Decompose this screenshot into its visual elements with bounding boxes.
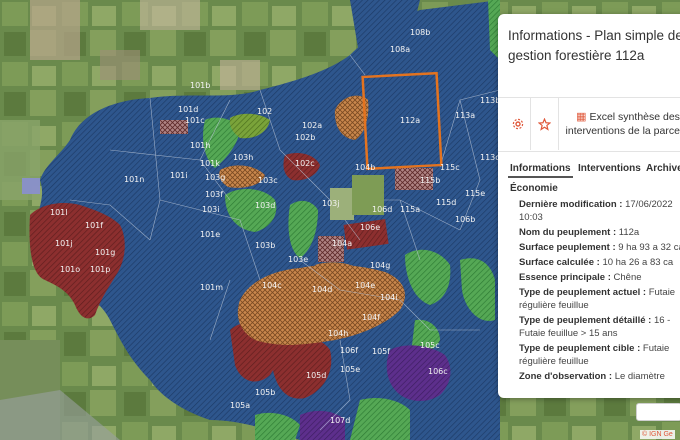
spreadsheet-icon: ▦	[576, 111, 587, 123]
parcel-label[interactable]: 105d	[306, 371, 326, 380]
parcel-label[interactable]: 107d	[330, 416, 350, 425]
field-row: Type de peuplement détaillé : 16 - Futai…	[519, 315, 671, 339]
parcel-label[interactable]: 103h	[233, 153, 253, 162]
parcel-label[interactable]: 101n	[124, 175, 144, 184]
parcel-label[interactable]: 101h	[190, 141, 210, 150]
divider	[498, 151, 680, 152]
parcel-label[interactable]: 101c	[185, 116, 205, 125]
gear-icon[interactable]	[506, 98, 531, 150]
field-row: Essence principale : Chêne	[519, 272, 642, 283]
parcel-label[interactable]: 104c	[262, 281, 282, 290]
tab-informations[interactable]: Informations	[508, 163, 573, 178]
parcel-label[interactable]: 106e	[360, 223, 380, 232]
parcel-label[interactable]: 101m	[200, 283, 223, 292]
info-panel: Informations - Plan simple de gestion fo…	[498, 14, 680, 398]
parcel-label[interactable]: 106b	[455, 215, 475, 224]
parcel-label[interactable]: 105b	[255, 388, 275, 397]
parcel-label[interactable]: 101e	[200, 230, 220, 239]
parcel-label[interactable]: 106d	[372, 205, 392, 214]
parcel-label[interactable]: 101g	[95, 248, 115, 257]
parcel-label[interactable]: 104a	[332, 239, 352, 248]
parcel-label[interactable]: 101j	[55, 239, 73, 248]
parcel-label[interactable]: 105a	[230, 401, 250, 410]
parcel-label[interactable]: 104i	[380, 293, 398, 302]
panel-tabs: Informations Interventions Archive	[498, 160, 680, 180]
parcel-label[interactable]: 102a	[302, 121, 322, 130]
parcel-label[interactable]: 103d	[255, 201, 275, 210]
field-row: Type de peuplement cible : Futaie réguli…	[519, 343, 670, 367]
parcel-label[interactable]: 115b	[420, 176, 440, 185]
parcel-label[interactable]: 103e	[288, 255, 308, 264]
section-title: Économie	[510, 183, 558, 194]
parcel-label[interactable]: 108a	[390, 45, 410, 54]
parcel-label[interactable]: 102	[257, 107, 272, 116]
field-row: Surface peuplement : 9 ha 93 a 32 ca	[519, 242, 680, 253]
parcel-label[interactable]: 105f	[372, 347, 390, 356]
parcel-label[interactable]: 113a	[455, 111, 475, 120]
parcel-label[interactable]: 101f	[85, 221, 103, 230]
panel-title: Informations - Plan simple de gestion fo…	[508, 28, 680, 63]
star-outline-icon[interactable]	[530, 98, 559, 150]
parcel-label[interactable]: 104h	[328, 329, 348, 338]
field-row: Surface calculée : 10 ha 26 a 83 ca	[519, 257, 674, 268]
parcel-label[interactable]: 101i	[170, 171, 188, 180]
parcel-label[interactable]: 115a	[400, 205, 420, 214]
tab-archive[interactable]: Archive	[644, 163, 680, 174]
parcel-label[interactable]: 103j	[322, 199, 340, 208]
map-attribution[interactable]: © IGN Ge	[640, 430, 675, 439]
parcel-label[interactable]: 101o	[60, 265, 80, 274]
parcel-label[interactable]: 103f	[205, 190, 223, 199]
parcel-label[interactable]: 106f	[340, 346, 358, 355]
parcel-label[interactable]: 108b	[410, 28, 430, 37]
parcel-label[interactable]: 104g	[370, 261, 390, 270]
parcel-label[interactable]: 115d	[436, 198, 456, 207]
parcel-label[interactable]: 104d	[312, 285, 332, 294]
parcel-label[interactable]: 101p	[90, 265, 110, 274]
parcel-label[interactable]: 105c	[420, 341, 440, 350]
field-list: Dernière modification : 17/06/2022 10:03…	[519, 198, 680, 385]
tab-interventions[interactable]: Interventions	[576, 163, 643, 174]
parcel-label[interactable]: 101l	[50, 208, 68, 217]
parcel-label[interactable]: 104e	[355, 281, 375, 290]
parcel-label[interactable]: 103c	[258, 176, 278, 185]
parcel-label[interactable]: 103b	[255, 241, 275, 250]
parcel-label[interactable]: 102b	[295, 133, 315, 142]
parcel-label[interactable]: 112a	[400, 116, 420, 125]
parcel-label[interactable]: 101d	[178, 105, 198, 114]
parcel-label[interactable]: 103i	[202, 205, 220, 214]
parcel-label[interactable]: 102c	[295, 159, 315, 168]
parcel-label[interactable]: 101b	[190, 81, 210, 90]
parcel-label[interactable]: 115c	[440, 163, 460, 172]
parcel-label[interactable]: 115e	[465, 189, 485, 198]
field-row: Dernière modification : 17/06/2022 10:03	[519, 199, 673, 223]
parcel-label[interactable]: 106c	[428, 367, 448, 376]
field-row: Zone d'observation : Le diamètre	[519, 371, 665, 382]
map-control[interactable]	[636, 403, 680, 421]
excel-synthesis-button[interactable]: ▦ Excel synthèse des interventions de la …	[558, 98, 680, 150]
field-row: Nom du peuplement : 112a	[519, 227, 640, 238]
parcel-label[interactable]: 104b	[355, 163, 375, 172]
parcel-label[interactable]: 104f	[362, 313, 380, 322]
parcel-label[interactable]: 113c	[480, 153, 500, 162]
parcel-label[interactable]: 103g	[205, 173, 225, 182]
parcel-label[interactable]: 101k	[200, 159, 220, 168]
field-row: Type de peuplement actuel : Futaie régul…	[519, 287, 676, 311]
parcel-label[interactable]: 105e	[340, 365, 360, 374]
